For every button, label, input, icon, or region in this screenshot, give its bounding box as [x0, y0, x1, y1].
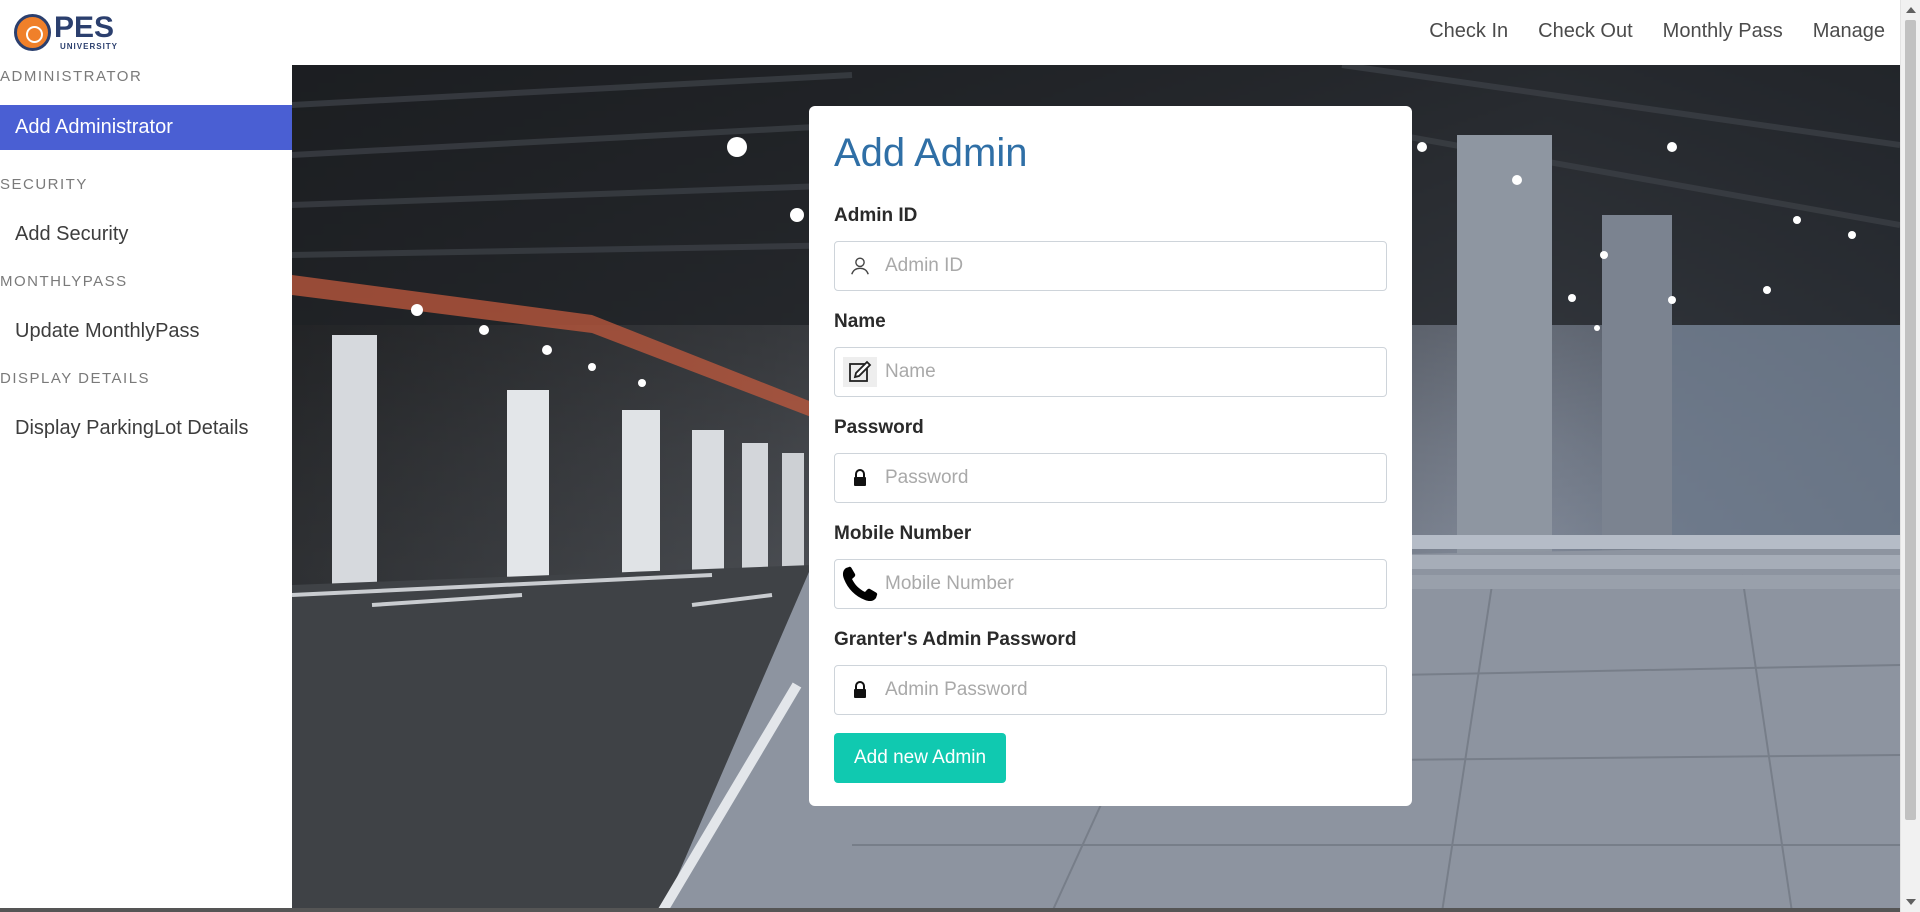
sidebar: ADMINISTRATOR Add Administrator SECURITY…	[0, 65, 292, 912]
nav-link-manage[interactable]: Manage	[1813, 20, 1885, 43]
granter-admin-password-label: Granter's Admin Password	[834, 629, 1077, 650]
page-title: Add Admin	[834, 131, 1028, 175]
admin-id-input[interactable]	[885, 243, 1386, 289]
name-input-group	[834, 347, 1387, 397]
sidebar-heading-display-details: DISPLAY DETAILS	[0, 370, 151, 387]
mobile-number-input-group	[834, 559, 1387, 609]
admin-id-label: Admin ID	[834, 205, 918, 226]
pes-university-logo[interactable]: PES UNIVERSITY	[14, 12, 118, 52]
name-label: Name	[834, 311, 886, 332]
nav-link-monthly-pass[interactable]: Monthly Pass	[1663, 20, 1783, 43]
scroll-down-arrow-icon[interactable]	[1906, 899, 1916, 905]
password-label: Password	[834, 417, 924, 438]
scrollbar-thumb[interactable]	[1905, 20, 1916, 820]
add-admin-form-card: Add Admin Admin ID Name Password	[809, 106, 1412, 806]
admin-id-input-group	[834, 241, 1387, 291]
nav-link-check-in[interactable]: Check In	[1429, 20, 1508, 43]
sidebar-item-add-administrator[interactable]: Add Administrator	[0, 105, 292, 150]
vertical-scrollbar[interactable]	[1900, 0, 1920, 912]
password-input-group	[834, 453, 1387, 503]
logo-wordmark: PES	[54, 11, 115, 44]
bottom-edge	[0, 908, 1900, 912]
mobile-number-input[interactable]	[885, 561, 1386, 607]
granter-admin-password-input[interactable]	[885, 667, 1386, 713]
sidebar-item-display-parkinglot-details[interactable]: Display ParkingLot Details	[0, 406, 292, 451]
logo-emblem-icon	[14, 13, 51, 51]
lock-icon	[835, 666, 885, 714]
lock-icon	[835, 454, 885, 502]
name-input[interactable]	[885, 349, 1386, 395]
password-input[interactable]	[885, 455, 1386, 501]
add-new-admin-button[interactable]: Add new Admin	[834, 733, 1007, 783]
logo-subtext: UNIVERSITY	[60, 42, 119, 51]
nav-links: Check In Check Out Monthly Pass Manage	[1429, 20, 1885, 43]
phone-icon	[835, 560, 885, 608]
granter-admin-password-input-group	[834, 665, 1387, 715]
sidebar-heading-monthlypass: MONTHLYPASS	[0, 273, 128, 290]
edit-icon	[835, 348, 885, 396]
sidebar-item-add-security[interactable]: Add Security	[0, 212, 292, 257]
scroll-up-arrow-icon[interactable]	[1906, 7, 1916, 13]
nav-link-check-out[interactable]: Check Out	[1538, 20, 1632, 43]
sidebar-heading-administrator: ADMINISTRATOR	[0, 68, 143, 85]
sidebar-heading-security: SECURITY	[0, 176, 88, 193]
sidebar-item-update-monthlypass[interactable]: Update MonthlyPass	[0, 309, 292, 354]
mobile-number-label: Mobile Number	[834, 523, 972, 544]
top-navbar: PES UNIVERSITY Check In Check Out Monthl…	[0, 0, 1900, 65]
user-icon	[835, 242, 885, 290]
